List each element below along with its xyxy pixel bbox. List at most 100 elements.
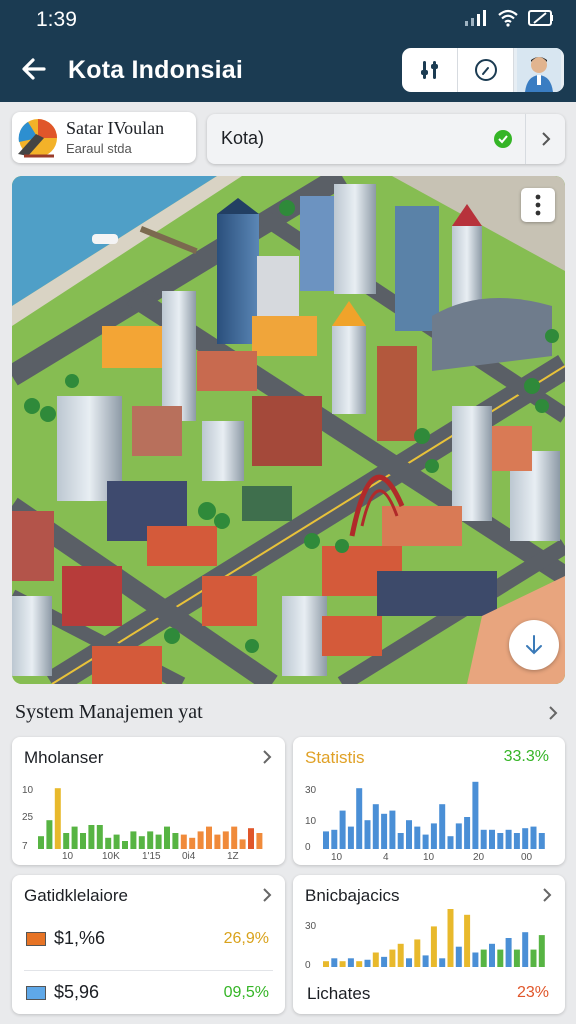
chevron-right-icon[interactable] xyxy=(261,887,273,903)
x-tick: 1'15 xyxy=(142,851,161,862)
bar-series xyxy=(323,909,545,967)
city-map-illustration xyxy=(12,176,565,684)
location-select[interactable]: Kota) xyxy=(207,114,565,164)
bar xyxy=(155,834,162,849)
y-tick: 0 xyxy=(305,960,311,971)
bar xyxy=(439,804,446,849)
bar xyxy=(80,833,86,849)
bar xyxy=(497,949,504,967)
bar xyxy=(389,949,396,967)
panel-statistis[interactable]: Statistis 33.3% 30 10 0 10 4 10 20 00 xyxy=(293,737,565,865)
download-button[interactable] xyxy=(509,620,559,670)
clock-icon xyxy=(474,59,497,81)
bar xyxy=(422,955,429,967)
bar xyxy=(538,935,545,967)
bar xyxy=(455,946,462,967)
bar xyxy=(122,841,128,849)
bar xyxy=(505,938,512,967)
bar-series xyxy=(323,781,545,849)
bar xyxy=(414,826,421,849)
bar xyxy=(513,833,520,849)
bar xyxy=(464,914,471,967)
bar xyxy=(248,828,254,849)
y-tick: 30 xyxy=(305,785,317,796)
panel-1-bar-chart: 10 25 7 10 10K 1'15 0i4 1Z xyxy=(22,785,263,862)
chevron-right-icon[interactable] xyxy=(525,114,565,164)
brand-name: Satar IVoulan xyxy=(66,118,165,138)
y-tick: 30 xyxy=(305,921,317,932)
bar xyxy=(54,788,61,849)
bar xyxy=(130,831,137,849)
bar xyxy=(339,810,346,849)
bar xyxy=(447,909,454,967)
bar xyxy=(71,826,78,849)
panel-bnicbajacics[interactable]: Bnicbajacics 30 0 Lichates 23% xyxy=(293,875,565,1014)
bar xyxy=(231,826,238,849)
bar xyxy=(138,836,145,849)
status-time: 1:39 xyxy=(36,8,77,31)
bar xyxy=(206,826,212,849)
bar xyxy=(172,833,179,849)
y-tick: 0 xyxy=(305,842,311,853)
back-arrow-icon[interactable] xyxy=(18,53,50,85)
bar xyxy=(381,813,388,849)
bar-series xyxy=(38,788,263,849)
city-map[interactable] xyxy=(12,176,565,684)
bar xyxy=(406,820,412,849)
bar xyxy=(180,834,187,849)
x-tick: 10 xyxy=(62,851,74,862)
sliders-icon xyxy=(420,61,438,79)
app-bar: Kota Indonsiai xyxy=(0,40,576,102)
bar xyxy=(364,959,371,967)
bar xyxy=(414,939,421,967)
x-tick: 0i4 xyxy=(182,851,196,862)
page-title: Kota Indonsiai xyxy=(68,56,244,84)
bar xyxy=(147,831,154,849)
y-tick: 7 xyxy=(22,841,28,852)
bar xyxy=(113,834,120,849)
bar xyxy=(331,829,338,849)
filter-button[interactable] xyxy=(402,48,458,92)
legend-swatch xyxy=(26,931,46,946)
map-menu-button[interactable] xyxy=(521,188,555,222)
brand-card[interactable]: Satar IVoulan Earaul stda xyxy=(12,112,196,163)
bar xyxy=(105,837,112,849)
bar xyxy=(347,826,354,849)
city-logo-icon xyxy=(18,119,57,158)
y-tick: 10 xyxy=(22,785,34,796)
bar xyxy=(455,823,462,849)
bar xyxy=(530,826,537,849)
status-icons xyxy=(464,9,554,27)
bar xyxy=(472,952,479,967)
bar xyxy=(347,958,354,967)
panel-mholanser[interactable]: Mholanser 10 25 7 10 10K 1'15 0i4 1Z xyxy=(12,737,285,865)
wifi-icon xyxy=(498,9,518,27)
avatar[interactable] xyxy=(514,48,564,92)
user-avatar-icon xyxy=(517,48,561,92)
legend-amount: $5,96 xyxy=(54,982,100,1002)
bar xyxy=(505,829,512,849)
x-tick: 4 xyxy=(383,852,389,863)
bar xyxy=(356,961,363,967)
bar xyxy=(46,820,53,849)
bar xyxy=(439,958,446,967)
bar xyxy=(538,833,545,849)
bar xyxy=(339,961,346,967)
bar xyxy=(497,833,504,849)
bar xyxy=(397,833,404,849)
section-title: System Manajemen yat xyxy=(15,701,203,723)
bar xyxy=(489,943,495,967)
panel-gatidklelaiore[interactable]: Gatidklelaiore $1,%6 26,9% $5,96 09,5% xyxy=(12,875,285,1014)
bar xyxy=(464,817,471,849)
bar xyxy=(197,831,204,849)
bar xyxy=(239,839,246,849)
legend-row: $1,%6 xyxy=(26,928,105,949)
bar xyxy=(88,825,95,849)
history-button[interactable] xyxy=(458,48,514,92)
legend-swatch xyxy=(26,985,46,1000)
section-chevron-right-icon[interactable] xyxy=(546,704,560,722)
panel-title: Gatidklelaiore xyxy=(24,886,128,905)
signal-icon xyxy=(465,10,486,26)
bar xyxy=(256,833,263,849)
legend-row: $5,96 xyxy=(26,982,99,1003)
